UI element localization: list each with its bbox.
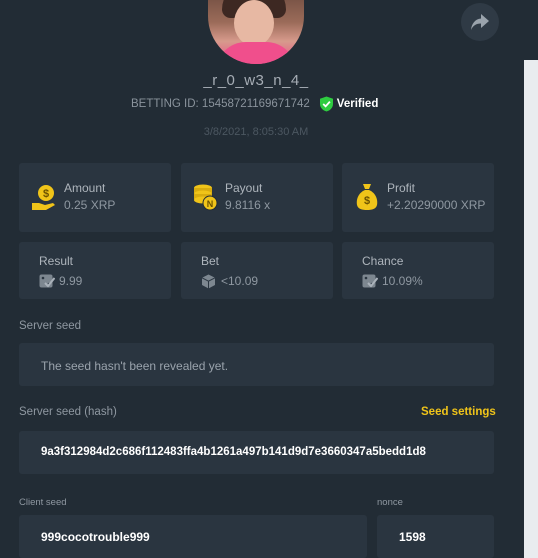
client-seed-value: 999cocotrouble999 (41, 530, 150, 544)
server-seed-label: Server seed (19, 320, 82, 332)
amount-label: Amount (64, 181, 106, 195)
username: _r_0_w3_n_4_ (203, 72, 309, 89)
dice-check-icon (362, 274, 378, 288)
betting-id-row: BETTING ID: 15458721169671742 Verified (131, 96, 378, 112)
amount-card: $ Amount 0.25 XRP (19, 163, 171, 232)
share-button[interactable] (461, 3, 499, 41)
server-seed-field[interactable]: The seed hasn't been revealed yet. (19, 343, 494, 386)
chance-value: 10.09% (382, 274, 423, 288)
nonce-label: nonce (377, 497, 403, 508)
result-card: Result 9.99 (19, 242, 171, 299)
svg-text:$: $ (43, 188, 49, 200)
avatar-shirt (216, 42, 296, 64)
result-label: Result (39, 254, 74, 268)
money-bag-icon: $ (356, 184, 378, 210)
server-seed-value: The seed hasn't been revealed yet. (41, 359, 229, 373)
payout-label: Payout (225, 181, 263, 195)
user-avatar (208, 0, 304, 64)
verified-shield-icon (319, 96, 333, 112)
seed-settings-link[interactable]: Seed settings (421, 406, 496, 418)
verified-label: Verified (336, 98, 379, 110)
payout-card: N Payout 9.8116 x (181, 163, 333, 232)
share-icon (471, 14, 489, 30)
server-seed-hash-field[interactable]: 9a3f312984d2c686f112483ffa4b1261a497b141… (19, 431, 494, 474)
nonce-value: 1598 (399, 530, 426, 544)
coin-hand-icon: $ (32, 185, 55, 210)
payout-value: 9.8116 x (225, 198, 271, 212)
server-seed-hash-label: Server seed (hash) (19, 406, 117, 418)
chance-card: Chance 10.09% (342, 242, 494, 299)
bet-value: <10.09 (221, 274, 259, 288)
avatar-face (234, 0, 274, 46)
profit-label: Profit (387, 181, 416, 195)
client-seed-label: Client seed (19, 497, 67, 508)
bet-card: Bet <10.09 (181, 242, 333, 299)
betting-id: BETTING ID: 15458721169671742 (131, 98, 310, 110)
svg-text:N: N (207, 199, 214, 209)
server-seed-hash-value: 9a3f312984d2c686f112483ffa4b1261a497b141… (41, 446, 426, 458)
client-seed-field[interactable]: 999cocotrouble999 (19, 515, 367, 558)
nonce-field[interactable]: 1598 (377, 515, 494, 558)
bet-timestamp: 3/8/2021, 8:05:30 AM (203, 126, 309, 138)
verified-badge: Verified (319, 96, 379, 112)
coin-stack-icon: N (194, 184, 218, 211)
profit-value: +2.20290000 XRP (387, 198, 486, 212)
window-edge (524, 60, 538, 558)
profit-card: $ Profit +2.20290000 XRP (342, 163, 494, 232)
dice-check-icon (39, 274, 55, 288)
result-value: 9.99 (59, 274, 83, 288)
amount-value: 0.25 XRP (64, 198, 116, 212)
chance-label: Chance (362, 254, 404, 268)
cube-icon (201, 274, 216, 289)
svg-text:$: $ (364, 195, 370, 207)
bet-label: Bet (201, 254, 220, 268)
